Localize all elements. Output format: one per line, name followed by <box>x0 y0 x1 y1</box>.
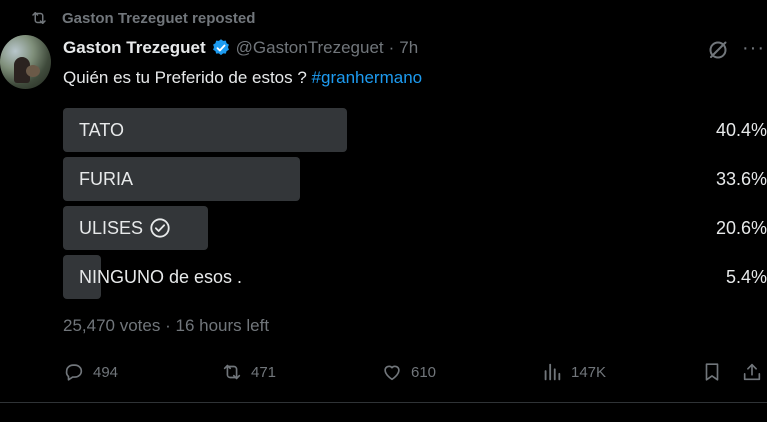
tweet-header: Gaston Trezeguet @GastonTrezeguet · 7h <box>63 36 418 60</box>
poll-time-left: 16 hours left <box>175 316 270 335</box>
repost-icon <box>223 364 241 380</box>
grok-icon[interactable] <box>706 38 730 62</box>
tweet-divider <box>0 402 767 403</box>
poll-option: ULISES 20.6% <box>63 206 767 250</box>
reply-icon <box>65 364 83 381</box>
author-name[interactable]: Gaston Trezeguet <box>63 38 206 58</box>
poll-option: TATO 40.4% <box>63 108 767 152</box>
poll-votes: 25,470 votes <box>63 316 161 335</box>
verified-badge-icon[interactable] <box>211 38 231 58</box>
poll-option: FURIA 33.6% <box>63 157 767 201</box>
header-separator: · <box>388 38 395 57</box>
poll-option-percent: 40.4% <box>715 119 767 140</box>
avatar[interactable] <box>0 35 51 89</box>
repost-button[interactable]: 471 <box>221 358 276 386</box>
bookmark-icon <box>705 363 719 381</box>
views-chart-icon <box>544 363 561 381</box>
tweet-body: Quién es tu Preferido de estos ? <box>63 68 312 87</box>
poll-option-percent: 33.6% <box>715 168 767 189</box>
poll-meta-separator: · <box>165 316 171 335</box>
bookmark-button[interactable] <box>701 358 731 386</box>
reply-count: 494 <box>93 363 119 381</box>
poll-option-label: TATO <box>79 119 124 140</box>
poll-option: NINGUNO de esos . 5.4% <box>63 255 767 299</box>
views-count: 147K <box>571 363 607 381</box>
check-circle-icon <box>150 218 170 238</box>
reply-button[interactable]: 494 <box>63 358 118 386</box>
more-options-icon[interactable]: ··· <box>742 38 766 62</box>
share-icon <box>743 363 761 381</box>
poll-option-percent: 20.6% <box>715 217 767 238</box>
share-button[interactable] <box>741 358 767 386</box>
poll-option-label: FURIA <box>79 168 133 189</box>
poll-option-percent: 5.4% <box>725 266 767 287</box>
repost-label: Gaston Trezeguet reposted <box>62 9 256 27</box>
poll-meta: 25,470 votes · 16 hours left <box>63 316 269 336</box>
heart-icon <box>384 365 400 381</box>
tweet-text: Quién es tu Preferido de estos ? #granhe… <box>63 67 422 89</box>
like-count: 610 <box>411 363 437 381</box>
poll-option-label: NINGUNO de esos . <box>79 266 243 287</box>
author-handle[interactable]: @GastonTrezeguet <box>236 38 384 58</box>
avatar-figure-detail <box>26 65 40 77</box>
action-bar: 494 471 610 147K <box>63 358 767 386</box>
views-button[interactable]: 147K <box>541 358 606 386</box>
hashtag-link[interactable]: #granhermano <box>312 68 423 87</box>
repost-icon <box>32 12 46 24</box>
tweet-time[interactable]: 7h <box>399 38 418 58</box>
repost-count: 471 <box>251 363 277 381</box>
like-button[interactable]: 610 <box>381 358 436 386</box>
poll-option-label: ULISES <box>79 206 171 250</box>
repost-indicator[interactable]: Gaston Trezeguet reposted <box>30 8 255 28</box>
